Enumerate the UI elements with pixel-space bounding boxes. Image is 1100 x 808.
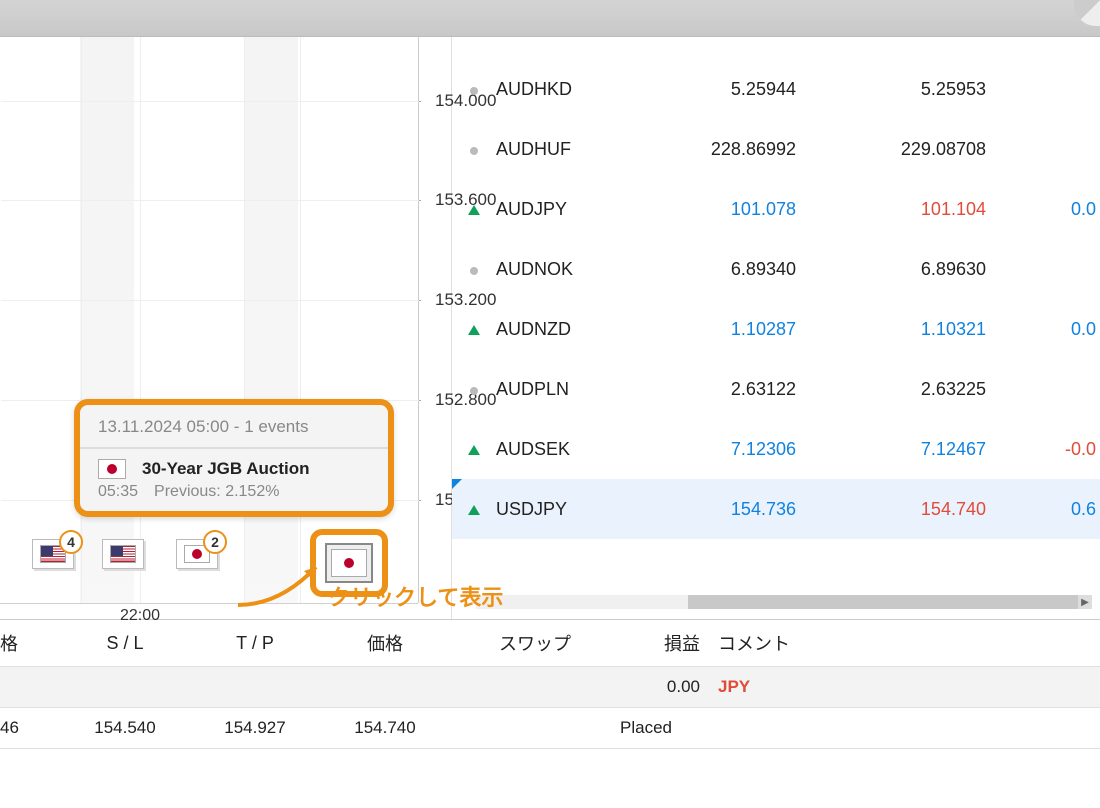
tooltip-event-name: 30-Year JGB Auction xyxy=(142,459,310,479)
change-value: 0.0 xyxy=(1006,319,1100,340)
order-price2: 154.740 xyxy=(320,718,450,738)
grid-hline xyxy=(1,200,419,201)
change-value: 0.0 xyxy=(1006,199,1100,220)
symbol-name: AUDSEK xyxy=(496,439,626,460)
bid-price: 154.736 xyxy=(626,499,816,520)
ask-price: 1.10321 xyxy=(816,319,1006,340)
symbol-name: AUDPLN xyxy=(496,379,626,400)
time-label: 22:00 xyxy=(120,607,160,625)
trend-flat-icon xyxy=(452,139,496,160)
col-sl[interactable]: S / L xyxy=(60,633,190,654)
grid-vline xyxy=(300,37,301,603)
ask-price: 5.25953 xyxy=(816,79,1006,100)
order-tp: 154.927 xyxy=(190,718,320,738)
symbol-name: AUDHKD xyxy=(496,79,626,100)
col-pl[interactable]: 損益 xyxy=(620,630,708,656)
tooltip-event-time: 05:35 xyxy=(98,483,138,501)
ask-price: 154.740 xyxy=(816,499,1006,520)
change-value: 0.6 xyxy=(1006,499,1100,520)
japan-flag-icon xyxy=(98,459,126,479)
tooltip-title: 13.11.2024 05:00 - 1 events xyxy=(80,417,388,447)
order-row-empty xyxy=(0,748,1100,789)
col-price1[interactable]: 格 xyxy=(0,630,60,656)
summary-currency: JPY xyxy=(708,677,858,697)
bid-price: 1.10287 xyxy=(626,319,816,340)
watchlist-panel: AUDHKD5.259445.25953AUDHUF228.86992229.0… xyxy=(452,37,1100,619)
window-toolbar xyxy=(0,0,1100,37)
grid-hline xyxy=(1,101,419,102)
watchlist-row[interactable]: AUDSEK7.123067.12467-0.0 xyxy=(452,419,1100,479)
symbol-name: USDJPY xyxy=(496,499,626,520)
orders-panel: 格 S / L T / P 価格 スワップ 損益 コメント 0.00 JPY 4… xyxy=(0,619,1100,789)
order-status: Placed xyxy=(620,718,700,738)
col-price2[interactable]: 価格 xyxy=(320,630,450,656)
trend-up-icon xyxy=(452,439,496,460)
watchlist-row[interactable]: AUDPLN2.631222.63225 xyxy=(452,359,1100,419)
horizontal-scrollbar[interactable]: ▶ xyxy=(476,595,1092,609)
order-sl: 154.540 xyxy=(60,718,190,738)
bid-price: 5.25944 xyxy=(626,79,816,100)
event-tooltip: 13.11.2024 05:00 - 1 events 30-Year JGB … xyxy=(74,399,394,517)
symbol-name: AUDNOK xyxy=(496,259,626,280)
callout-text: クリックして表示 xyxy=(328,580,503,612)
grid-vline xyxy=(140,37,141,603)
time-band xyxy=(80,37,134,603)
page-curl-icon xyxy=(1074,0,1100,26)
ask-price: 101.104 xyxy=(816,199,1006,220)
grid-vline xyxy=(81,37,82,603)
orders-summary-row[interactable]: 0.00 JPY xyxy=(0,666,1100,707)
usa-flag-icon xyxy=(110,545,136,563)
event-marker[interactable]: 2 xyxy=(176,539,218,569)
trend-up-icon xyxy=(452,319,496,340)
trend-flat-icon xyxy=(452,379,496,400)
grid-vline xyxy=(244,37,245,603)
ask-price: 6.89630 xyxy=(816,259,1006,280)
col-comment[interactable]: コメント xyxy=(708,630,858,656)
bid-price: 2.63122 xyxy=(626,379,816,400)
symbol-name: AUDJPY xyxy=(496,199,626,220)
change-value: -0.0 xyxy=(1006,439,1100,460)
bid-price: 101.078 xyxy=(626,199,816,220)
scrollbar-thumb[interactable] xyxy=(688,595,1078,609)
watchlist-row[interactable]: USDJPY154.736154.7400.6 xyxy=(452,479,1100,539)
order-price1: 46 xyxy=(0,718,60,738)
bid-price: 228.86992 xyxy=(626,139,816,160)
trend-flat-icon xyxy=(452,259,496,280)
grid-hline xyxy=(1,300,419,301)
watchlist-row[interactable]: AUDJPY101.078101.1040.0 xyxy=(452,179,1100,239)
ask-price: 7.12467 xyxy=(816,439,1006,460)
summary-pl: 0.00 xyxy=(620,677,708,697)
tooltip-event-previous: Previous: 2.152% xyxy=(154,483,279,501)
scroll-right-button[interactable]: ▶ xyxy=(1078,595,1092,609)
trend-up-icon xyxy=(452,199,496,220)
col-swap[interactable]: スワップ xyxy=(450,630,620,656)
watchlist-row[interactable]: AUDHUF228.86992229.08708 xyxy=(452,119,1100,179)
watchlist-row[interactable]: AUDNOK6.893406.89630 xyxy=(452,239,1100,299)
trend-up-icon xyxy=(452,499,496,520)
order-row[interactable]: 46 154.540 154.927 154.740 Placed xyxy=(0,707,1100,748)
event-marker[interactable]: 4 xyxy=(32,539,74,569)
symbol-name: AUDHUF xyxy=(496,139,626,160)
main-area: 42 22:00 154.000153.600153.200152.800152… xyxy=(0,37,1100,619)
trend-flat-icon xyxy=(452,79,496,100)
bid-price: 6.89340 xyxy=(626,259,816,280)
ask-price: 229.08708 xyxy=(816,139,1006,160)
bid-price: 7.12306 xyxy=(626,439,816,460)
watchlist-row[interactable]: AUDHKD5.259445.25953 xyxy=(452,59,1100,119)
callout-arrow-icon xyxy=(230,557,330,607)
col-tp[interactable]: T / P xyxy=(190,633,320,654)
event-count-badge: 4 xyxy=(59,530,83,554)
time-band xyxy=(244,37,298,603)
chart-grid: 42 22:00 xyxy=(0,37,418,604)
event-marker[interactable] xyxy=(102,539,144,569)
symbol-name: AUDNZD xyxy=(496,319,626,340)
chart-pane[interactable]: 42 22:00 154.000153.600153.200152.800152… xyxy=(0,37,452,619)
ask-price: 2.63225 xyxy=(816,379,1006,400)
event-count-badge: 2 xyxy=(203,530,227,554)
watchlist-row[interactable]: AUDNZD1.102871.103210.0 xyxy=(452,299,1100,359)
